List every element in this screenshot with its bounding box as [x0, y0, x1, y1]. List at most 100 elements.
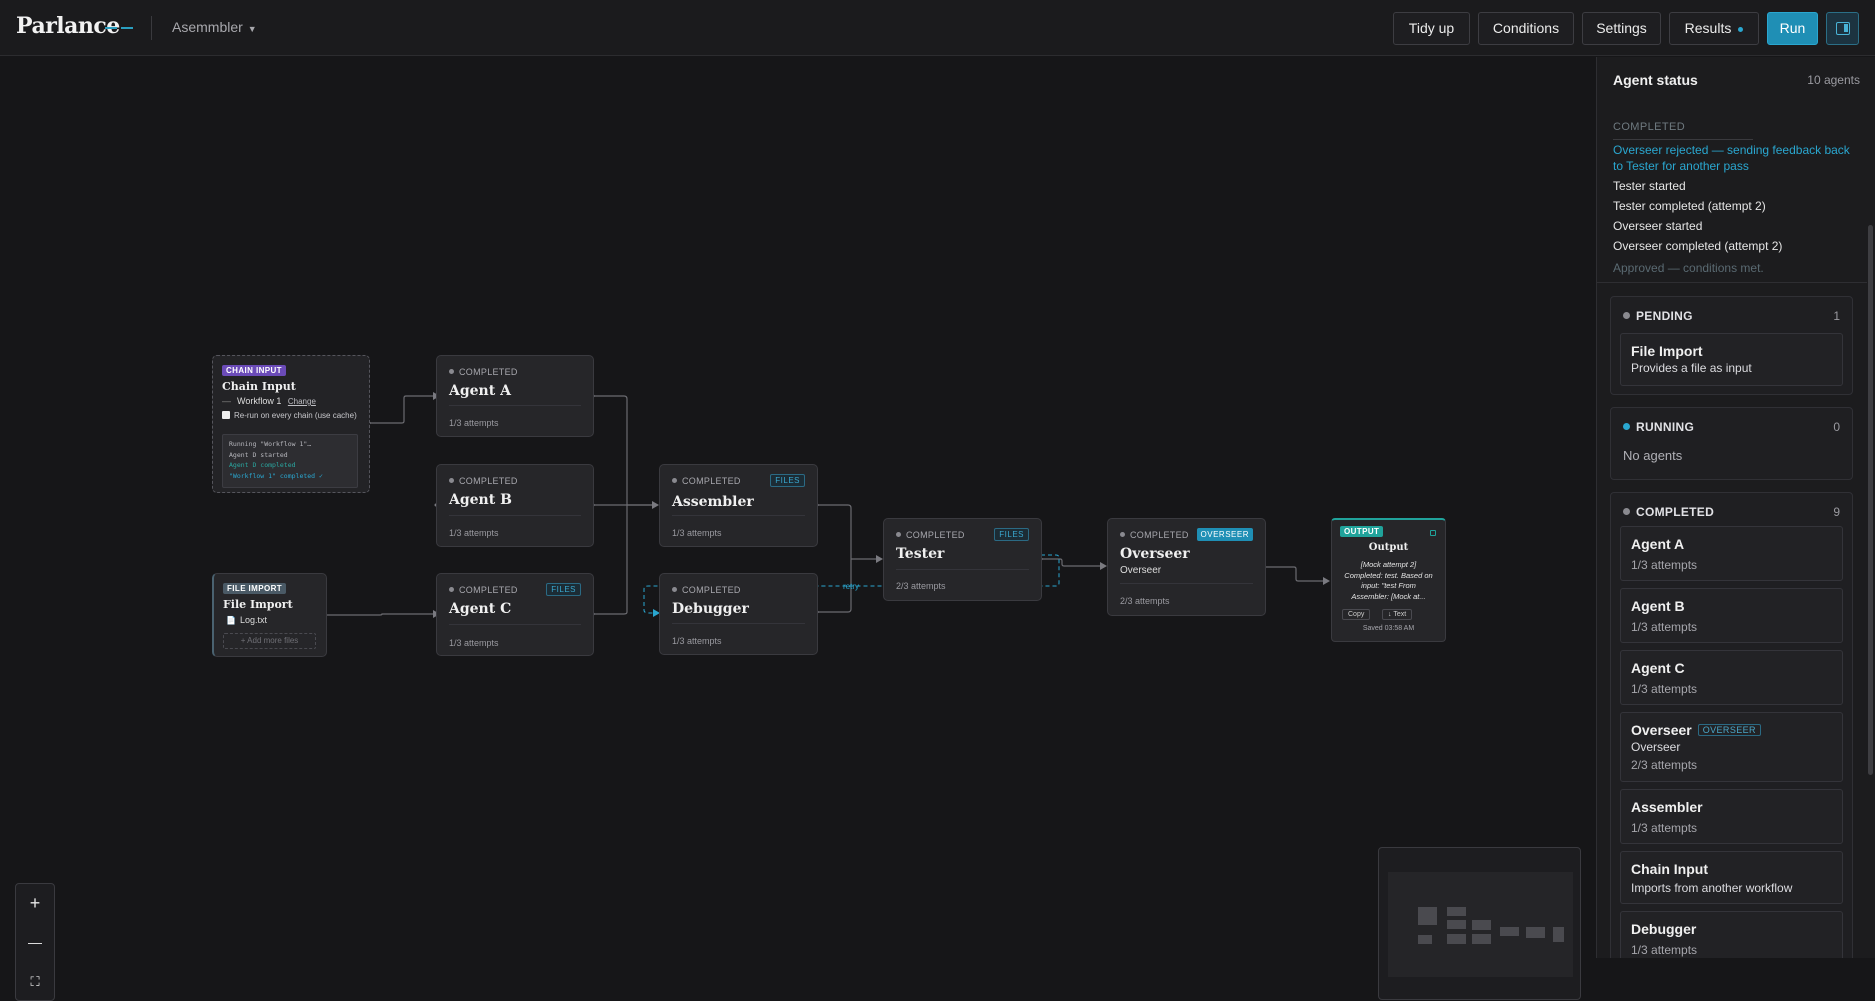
log-line: Agent D completed	[229, 461, 296, 469]
agent-card-chain-input[interactable]: Chain Input Imports from another workflo…	[1620, 851, 1843, 904]
status-label: COMPLETED	[1120, 530, 1189, 540]
file-import-node[interactable]: FILE IMPORT File Import 📄 Log.txt + Add m…	[212, 573, 327, 657]
minimap-node	[1447, 920, 1466, 929]
attempts-label: 1/3 attempts	[449, 638, 499, 648]
run-button[interactable]: Run	[1767, 12, 1818, 45]
log-entry-rejected: Overseer rejected — sending feedback bac…	[1613, 143, 1850, 173]
workflow-canvas[interactable]: retry CHAIN INPUT Chain Input — Workflow …	[0, 57, 1596, 1001]
zoom-controls: + — ⛶	[15, 883, 55, 1001]
agent-b-node[interactable]: COMPLETED Agent B 1/3 attempts	[436, 464, 594, 547]
divider	[449, 624, 581, 625]
minimap-node	[1500, 927, 1519, 936]
zoom-in-button[interactable]: +	[16, 884, 54, 923]
overseer-node[interactable]: COMPLETED OVERSEER Overseer Overseer 2/3…	[1107, 518, 1266, 616]
change-link[interactable]: Change	[288, 397, 316, 406]
copy-button[interactable]: Copy	[1342, 609, 1371, 620]
files-tag: FILES	[770, 474, 805, 487]
status-label: COMPLETED	[672, 585, 741, 595]
attempts-label: 1/3 attempts	[672, 636, 722, 646]
divider	[449, 405, 581, 406]
agent-card-agent-a[interactable]: Agent A 1/3 attempts	[1620, 526, 1843, 581]
rerun-row[interactable]: Re-run on every chain (use cache)	[222, 411, 357, 420]
divider	[449, 515, 581, 516]
agent-desc: Provides a file as input	[1631, 361, 1752, 375]
debugger-node[interactable]: COMPLETED Debugger 1/3 attempts	[659, 573, 818, 655]
log-line: Agent D started	[229, 450, 288, 459]
group-label: COMPLETED	[1623, 505, 1714, 519]
node-title: Tester	[896, 546, 945, 562]
minimap-node	[1526, 927, 1545, 938]
log-entry-approved: Approved — conditions met.	[1613, 261, 1764, 275]
results-label: Results	[1684, 20, 1732, 36]
agent-name: Chain Input	[1631, 861, 1708, 877]
status-label: COMPLETED	[449, 367, 518, 377]
files-tag: FILES	[546, 583, 581, 596]
agent-status-panel: Agent status 10 agents COMPLETED Oversee…	[1596, 57, 1875, 958]
agent-name: Agent C	[1631, 660, 1685, 676]
divider	[672, 515, 805, 516]
overseer-tag: OVERSEER	[1697, 724, 1761, 736]
attempts-label: 2/3 attempts	[896, 581, 946, 591]
top-bar: Parlance Asemmbler ▼ Tidy up Conditions S…	[0, 0, 1875, 56]
agent-card-agent-b[interactable]: Agent B 1/3 attempts	[1620, 588, 1843, 643]
settings-button[interactable]: Settings	[1582, 12, 1661, 45]
minimap[interactable]	[1378, 847, 1581, 1000]
status-label: COMPLETED	[449, 476, 518, 486]
agent-card-file-import[interactable]: File Import Provides a file as input	[1620, 333, 1843, 386]
file-item[interactable]: 📄 Log.txt	[226, 615, 267, 625]
brand-mark-icon	[121, 27, 133, 29]
agent-card-agent-c[interactable]: Agent C 1/3 attempts	[1620, 650, 1843, 705]
tidy-up-button[interactable]: Tidy up	[1393, 12, 1470, 45]
activity-log: COMPLETED Overseer rejected — sending fe…	[1613, 117, 1863, 278]
agent-card-overseer[interactable]: Overseer OVERSEER Overseer 2/3 attempts	[1620, 712, 1843, 782]
agent-card-debugger[interactable]: Debugger 1/3 attempts	[1620, 911, 1843, 958]
scrollbar[interactable]	[1868, 225, 1873, 775]
tester-node[interactable]: COMPLETED FILES Tester 2/3 attempts	[883, 518, 1042, 601]
group-count: 1	[1833, 309, 1840, 323]
divider	[1597, 282, 1867, 283]
output-title: Output	[1368, 542, 1409, 553]
agent-c-node[interactable]: COMPLETED FILES Agent C 1/3 attempts	[436, 573, 594, 656]
arrowhead	[1100, 562, 1107, 570]
conditions-button[interactable]: Conditions	[1478, 12, 1574, 45]
divider	[151, 16, 152, 40]
results-button[interactable]: Results	[1669, 12, 1759, 45]
zoom-out-button[interactable]: —	[16, 923, 54, 962]
workflow-select[interactable]: Asemmbler ▼	[172, 19, 257, 35]
edge	[817, 504, 852, 613]
agent-desc: Overseer	[1631, 740, 1681, 754]
agent-attempts: 1/3 attempts	[1631, 943, 1698, 957]
pending-group: PENDING 1 File Import Provides a file as…	[1610, 296, 1853, 395]
fit-view-button[interactable]: ⛶	[16, 962, 54, 1001]
node-subtitle: Overseer	[1120, 565, 1162, 576]
workflow-ref: Workflow 1	[237, 396, 282, 406]
minimap-node	[1447, 907, 1466, 916]
workflow-name: Asemmbler	[172, 19, 243, 35]
edge	[324, 613, 433, 616]
panel-toggle-button[interactable]	[1826, 12, 1859, 45]
log-entry: Overseer started	[1613, 219, 1703, 233]
rerun-checkbox[interactable]	[222, 411, 230, 419]
minimap-node	[1418, 935, 1432, 944]
expand-icon[interactable]	[1430, 530, 1436, 536]
agent-a-node[interactable]: COMPLETED Agent A 1/3 attempts	[436, 355, 594, 437]
chain-input-node[interactable]: CHAIN INPUT Chain Input — Workflow 1 Chan…	[212, 355, 370, 493]
add-more-files-button[interactable]: + Add more files	[223, 633, 316, 649]
agent-count: 10 agents	[1807, 73, 1860, 87]
agent-name: Agent B	[1631, 598, 1685, 614]
agent-name-row: Overseer OVERSEER	[1631, 722, 1761, 738]
assembler-node[interactable]: COMPLETED FILES Assembler 1/3 attempts	[659, 464, 818, 547]
saved-time: Saved 03:58 AM	[1362, 625, 1415, 632]
arrowhead	[876, 555, 883, 563]
file-import-tag: FILE IMPORT	[223, 583, 287, 594]
file-name: Log.txt	[239, 615, 267, 625]
download-text-button[interactable]: ↓ Text	[1382, 609, 1413, 620]
agent-card-assembler[interactable]: Assembler 1/3 attempts	[1620, 789, 1843, 844]
results-indicator-icon	[1738, 26, 1744, 32]
panel-title: Agent status	[1613, 72, 1698, 88]
attempts-label: 1/3 attempts	[672, 528, 722, 538]
file-import-title: File Import	[223, 598, 293, 611]
brand-logo: Parlance	[16, 13, 120, 39]
output-node[interactable]: OUTPUT Output [Mock attempt 2] Completed…	[1331, 518, 1446, 642]
group-count: 0	[1833, 420, 1840, 434]
